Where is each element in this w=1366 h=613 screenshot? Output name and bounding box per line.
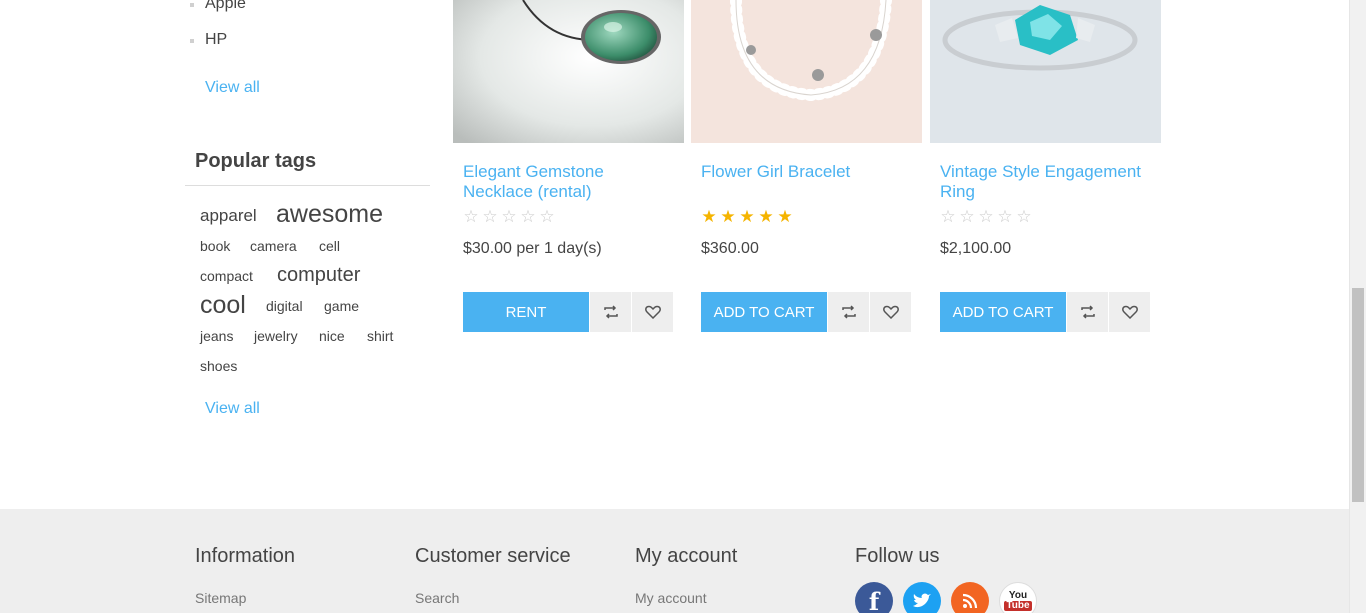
compare-button[interactable]	[827, 292, 869, 332]
star-empty-icon: ☆	[1016, 207, 1032, 226]
rent-button[interactable]: RENT	[463, 292, 589, 332]
tag-jeans[interactable]: jeans	[200, 328, 233, 344]
product-price: $360.00	[701, 240, 759, 257]
tags-view-all-link[interactable]: View all	[205, 400, 260, 418]
tag-book[interactable]: book	[200, 238, 230, 254]
tag-cool[interactable]: cool	[200, 291, 246, 320]
compare-icon	[603, 305, 618, 319]
tag-cell[interactable]: cell	[319, 238, 340, 254]
tag-shirt[interactable]: shirt	[367, 328, 393, 344]
tag-apparel[interactable]: apparel	[200, 206, 257, 226]
product-buttons: ADD TO CART	[940, 292, 1150, 332]
star-empty-icon: ☆	[997, 207, 1013, 226]
twitter-bird-icon	[913, 593, 931, 608]
star-empty-icon: ☆	[940, 207, 956, 226]
star-empty-icon: ☆	[463, 207, 479, 226]
compare-icon	[1080, 305, 1095, 319]
product-image[interactable]	[453, 0, 684, 143]
youtube-icon[interactable]: You Tube	[999, 582, 1037, 613]
wishlist-button[interactable]	[1108, 292, 1150, 332]
footer: Information Sitemap Customer service Sea…	[0, 509, 1349, 613]
rss-icon[interactable]	[951, 582, 989, 613]
manufacturers-view-all-link[interactable]: View all	[205, 79, 260, 97]
product-title[interactable]: Vintage Style Engagement Ring	[940, 162, 1151, 202]
wishlist-button[interactable]	[631, 292, 673, 332]
page-scrollbar[interactable]	[1349, 0, 1366, 613]
twitter-icon[interactable]	[903, 582, 941, 613]
product-image[interactable]	[930, 0, 1161, 143]
product-rating: ☆ ☆ ☆ ☆ ☆	[463, 207, 555, 227]
compare-button[interactable]	[1066, 292, 1108, 332]
star-filled-icon: ★	[777, 207, 793, 226]
footer-information-title: Information	[195, 545, 296, 567]
heart-icon	[882, 305, 899, 319]
heart-icon	[644, 305, 661, 319]
star-filled-icon: ★	[739, 207, 755, 226]
manufacturer-apple[interactable]: Apple	[190, 0, 246, 13]
star-empty-icon: ☆	[501, 207, 517, 226]
footer-follow-us-title: Follow us	[855, 545, 940, 567]
compare-icon	[841, 305, 856, 319]
star-filled-icon: ★	[701, 207, 717, 226]
product-rating: ★ ★ ★ ★ ★	[701, 207, 793, 227]
tag-awesome[interactable]: awesome	[276, 200, 383, 229]
product-title[interactable]: Flower Girl Bracelet	[701, 162, 912, 182]
tag-camera[interactable]: camera	[250, 238, 297, 254]
tag-digital[interactable]: digital	[266, 298, 303, 314]
heart-icon	[1121, 305, 1138, 319]
add-to-cart-button[interactable]: ADD TO CART	[940, 292, 1066, 332]
tag-computer[interactable]: computer	[277, 264, 360, 287]
product-buttons: ADD TO CART	[701, 292, 911, 332]
footer-link-my-account[interactable]: My account	[635, 590, 707, 606]
product-title[interactable]: Elegant Gemstone Necklace (rental)	[463, 162, 674, 202]
star-filled-icon: ★	[720, 207, 736, 226]
footer-link-search[interactable]: Search	[415, 590, 459, 606]
tag-jewelry[interactable]: jewelry	[254, 328, 298, 344]
divider	[185, 185, 430, 186]
star-filled-icon: ★	[758, 207, 774, 226]
tag-game[interactable]: game	[324, 298, 359, 314]
star-empty-icon: ☆	[539, 207, 555, 226]
tag-nice[interactable]: nice	[319, 328, 345, 344]
wishlist-button[interactable]	[869, 292, 911, 332]
tag-shoes[interactable]: shoes	[200, 358, 237, 374]
star-empty-icon: ☆	[959, 207, 975, 226]
star-empty-icon: ☆	[978, 207, 994, 226]
rss-feed-icon	[962, 593, 978, 609]
product-buttons: RENT	[463, 292, 673, 332]
add-to-cart-button[interactable]: ADD TO CART	[701, 292, 827, 332]
scrollbar-thumb[interactable]	[1352, 288, 1364, 502]
tag-compact[interactable]: compact	[200, 268, 253, 284]
manufacturer-hp[interactable]: HP	[190, 31, 227, 49]
footer-customer-service-title: Customer service	[415, 545, 571, 567]
footer-my-account-title: My account	[635, 545, 738, 567]
popular-tags-title: Popular tags	[195, 150, 317, 172]
product-image[interactable]	[691, 0, 922, 143]
product-rating: ☆ ☆ ☆ ☆ ☆	[940, 207, 1032, 227]
star-empty-icon: ☆	[482, 207, 498, 226]
footer-link-sitemap[interactable]: Sitemap	[195, 590, 246, 606]
product-price: $2,100.00	[940, 240, 1012, 257]
star-empty-icon: ☆	[520, 207, 536, 226]
facebook-icon[interactable]: f	[855, 582, 893, 613]
youtube-tube-text: Tube	[1004, 600, 1032, 611]
compare-button[interactable]	[589, 292, 631, 332]
product-price: $30.00 per 1 day(s)	[463, 240, 602, 257]
